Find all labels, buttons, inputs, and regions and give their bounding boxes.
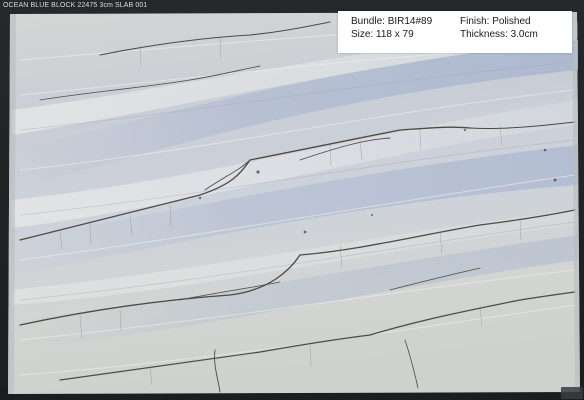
thickness-label: Thickness: 3.0cm [460,29,538,40]
info-row-1: Bundle: BIR14#89 Finish: Polished [351,15,566,29]
bundle-label: Bundle: BIR14#89 [351,16,433,27]
slab-info-box: Bundle: BIR14#89 Finish: Polished Size: … [338,11,572,53]
finish-label: Finish: Polished [460,16,531,27]
slab-caption: OCEAN BLUE BLOCK 22475 3cm SLAB 001 [3,2,148,9]
slab-photo: OCEAN BLUE BLOCK 22475 3cm SLAB 001 Bund… [0,0,584,400]
corner-logo [561,387,583,399]
info-row-2: Size: 118 x 79 Thickness: 3.0cm [351,28,566,42]
marble-slab-image [8,12,580,394]
marble-slab [0,0,584,400]
size-label: Size: 118 x 79 [351,29,414,40]
